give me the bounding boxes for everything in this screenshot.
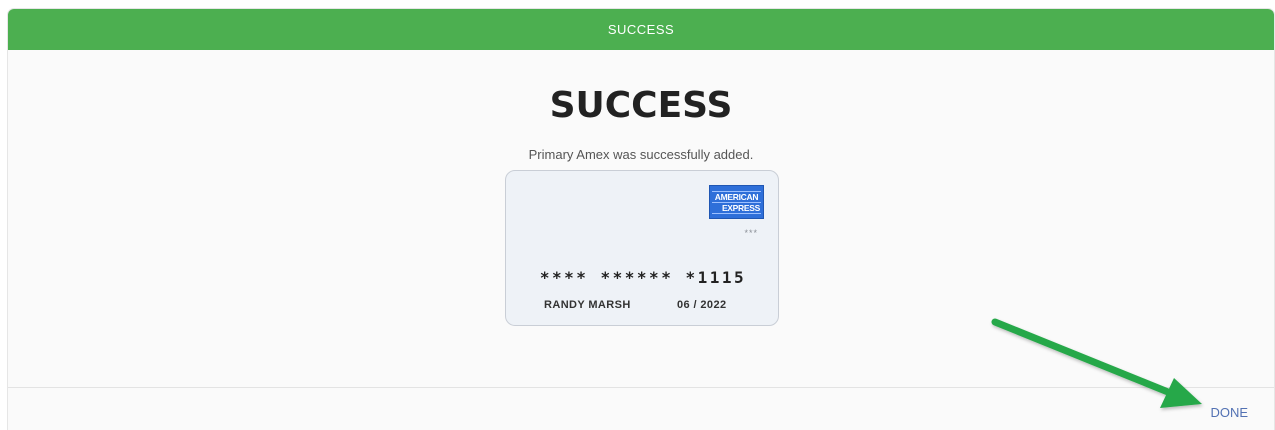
- dialog-footer: DONE: [8, 387, 1274, 430]
- card-holder-name: RANDY MARSH: [544, 299, 631, 311]
- card-number: **** ****** *1115: [539, 268, 747, 287]
- done-button[interactable]: DONE: [1210, 405, 1248, 420]
- credit-card-preview: AMERICAN EXPRESS *** **** ****** *1115 R…: [505, 170, 779, 326]
- dialog-header: SUCCESS: [8, 9, 1274, 50]
- amex-logo-line1: AMERICAN: [712, 190, 761, 203]
- card-cvv: ***: [744, 228, 758, 238]
- amex-logo-line2: EXPRESS: [712, 203, 761, 214]
- success-title: SUCCESS: [549, 85, 733, 126]
- success-dialog: SUCCESS SUCCESS Primary Amex was success…: [8, 9, 1274, 430]
- success-message: Primary Amex was successfully added.: [528, 147, 754, 162]
- dialog-body: SUCCESS Primary Amex was successfully ad…: [8, 50, 1274, 387]
- card-expiry: 06 / 2022: [677, 299, 727, 311]
- dialog-header-title: SUCCESS: [607, 22, 675, 37]
- amex-logo-icon: AMERICAN EXPRESS: [709, 185, 764, 219]
